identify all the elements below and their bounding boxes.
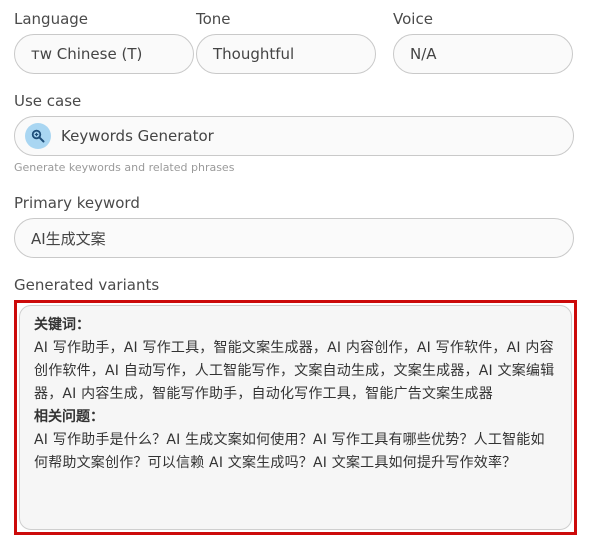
questions-heading: 相关问题： <box>34 409 104 425</box>
voice-value: N/A <box>410 45 437 63</box>
tone-value: Thoughtful <box>213 45 295 63</box>
magnifier-icon <box>25 123 51 149</box>
primary-keyword-label: Primary keyword <box>14 194 140 212</box>
language-select[interactable]: ᴛw Chinese (T) <box>14 34 194 74</box>
keywords-text: AI 写作助手，AI 写作工具，智能文案生成器，AI 内容创作，AI 写作软件，… <box>34 340 555 402</box>
tone-label: Tone <box>196 10 231 28</box>
voice-label: Voice <box>393 10 433 28</box>
primary-keyword-input[interactable]: AI生成文案 <box>14 218 574 258</box>
generated-variants-highlight: 关键词： AI 写作助手，AI 写作工具，智能文案生成器，AI 内容创作，AI … <box>14 300 577 535</box>
use-case-value: Keywords Generator <box>61 127 214 145</box>
keywords-heading: 关键词： <box>34 317 90 333</box>
use-case-hint: Generate keywords and related phrases <box>14 161 235 174</box>
voice-select[interactable]: N/A <box>393 34 573 74</box>
tone-select[interactable]: Thoughtful <box>196 34 376 74</box>
language-value: ᴛw Chinese (T) <box>31 45 143 63</box>
language-label: Language <box>14 10 89 28</box>
generated-variants-label: Generated variants <box>14 276 160 294</box>
use-case-label: Use case <box>14 92 82 110</box>
use-case-select[interactable]: Keywords Generator <box>14 116 574 156</box>
questions-text: AI 写作助手是什么？AI 生成文案如何使用？AI 写作工具有哪些优势？人工智能… <box>34 432 545 471</box>
generated-variants-output[interactable]: 关键词： AI 写作助手，AI 写作工具，智能文案生成器，AI 内容创作，AI … <box>19 305 572 530</box>
primary-keyword-value: AI生成文案 <box>31 229 106 248</box>
